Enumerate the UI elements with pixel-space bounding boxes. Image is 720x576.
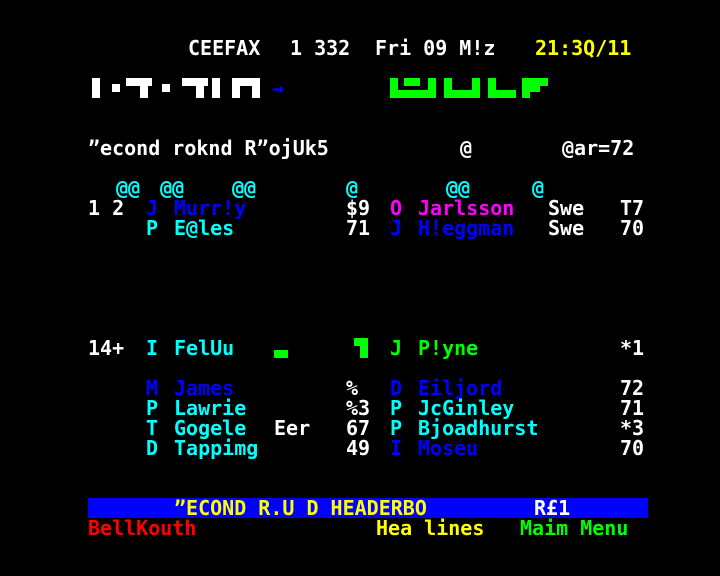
player-score: 67 (346, 416, 371, 440)
player-initial: P (390, 396, 403, 420)
header-date: Fri 09 M!z (375, 36, 496, 60)
player-name: E@les (174, 216, 235, 240)
banner-rd: RD (490, 496, 515, 520)
player-score: *3 (620, 416, 645, 440)
player-nationality: Swe (548, 196, 585, 220)
player-initial: I (390, 436, 403, 460)
player-initial: J (146, 196, 159, 220)
at-mark: @@ (232, 176, 257, 200)
player-score: 72 (620, 376, 645, 400)
player-initial: I (146, 336, 159, 360)
player-name: P!yne (418, 336, 479, 360)
subtitle-mid: @ (460, 136, 473, 160)
mosaic-block (274, 350, 288, 358)
player-name: H!eggman (418, 216, 515, 240)
player-score: 71 (346, 216, 371, 240)
player-name: Eiljord (418, 376, 503, 400)
player-initial: T (146, 416, 159, 440)
player-score: %3 (346, 396, 371, 420)
player-initial: M (146, 376, 159, 400)
player-name: James (174, 376, 235, 400)
fastext-green-link[interactable]: Maim Menu (520, 518, 628, 538)
group-position: 1 2 (88, 196, 125, 220)
subtitle-text: ”econd roknd R”ojUk5 (88, 136, 329, 160)
service-name: CEEFAX (188, 36, 261, 60)
player-initial: O (390, 196, 403, 220)
player-nationality: Swe (548, 216, 585, 240)
player-initial: J (390, 216, 403, 240)
player-initial: J (390, 336, 403, 360)
page-number: 1 332 (290, 36, 351, 60)
arrow-right-icon: → (272, 76, 285, 100)
player-score: 49 (346, 436, 371, 460)
player-initial: P (146, 396, 159, 420)
at-mark: @@ (160, 176, 185, 200)
player-score: % (346, 376, 359, 400)
subtitle-right: @ar=72 (562, 136, 635, 160)
player-score: $9 (346, 196, 371, 220)
group-position: 14+ (88, 336, 125, 360)
player-name: Tappimg (174, 436, 259, 460)
player-initial: P (146, 216, 159, 240)
header-time: 21:3Q/11 (535, 36, 632, 60)
player-name: Bjoadhurst (418, 416, 539, 440)
player-name: Moseu (418, 436, 479, 460)
at-mark: @@ (116, 176, 141, 200)
banner-text: ”ECOND R.U D HEADERBO (174, 496, 427, 520)
at-mark: @ (346, 176, 359, 200)
mosaic-block (360, 346, 368, 358)
mosaic-block (354, 338, 368, 346)
player-initial: D (146, 436, 159, 460)
player-initial: P (390, 416, 403, 440)
player-score: T7 (620, 196, 645, 220)
player-name: Jarlsson (418, 196, 515, 220)
fastext-yellow-link[interactable]: Hea lines (376, 518, 484, 538)
banner-right: R£1 (534, 496, 571, 520)
fastext-red-link[interactable]: BellKouth (88, 518, 196, 538)
player-score: 71 (620, 396, 645, 420)
at-mark: @@ (446, 176, 471, 200)
player-name: Murr!y (174, 196, 247, 220)
player-score: 70 (620, 216, 645, 240)
player-name: Lawrie (174, 396, 247, 420)
player-name: JcGinley (418, 396, 515, 420)
player-name: FelUu (174, 336, 235, 360)
player-score: *1 (620, 336, 645, 360)
at-mark: @ (532, 176, 545, 200)
player-initial: D (390, 376, 403, 400)
player-score: 70 (620, 436, 645, 460)
player-nationality: Eer (274, 416, 311, 440)
player-name: Gogele (174, 416, 247, 440)
